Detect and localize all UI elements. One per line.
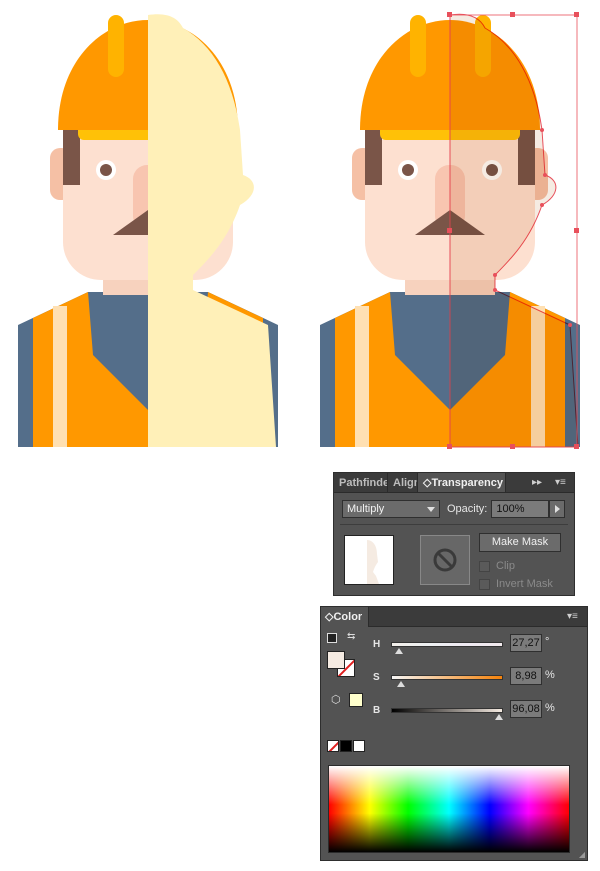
blend-row: Multiply Opacity: 100%: [342, 500, 568, 518]
blend-mode-value: Multiply: [347, 503, 385, 515]
panel-tabbar: Pathfinder Align ◇Transparency ▸▸ ▾≡: [334, 473, 574, 493]
brightness-slider-thumb[interactable]: [494, 714, 503, 720]
resize-grip-icon[interactable]: ◢: [579, 850, 585, 859]
helmet-stripe-left: [108, 15, 124, 77]
vest-stripe-left: [355, 306, 369, 447]
out-of-gamut-swatch[interactable]: [349, 693, 363, 707]
chevron-down-icon: [427, 506, 435, 512]
artwork-thumbnail-shape: [367, 540, 379, 584]
worker-illustration-original: [18, 14, 278, 448]
saturation-slider-track[interactable]: [391, 675, 503, 680]
invert-mask-checkbox-box: [479, 578, 490, 590]
swap-colors-icon[interactable]: ⇆: [347, 631, 355, 642]
panel-menu-icon[interactable]: ▾≡: [567, 607, 578, 627]
hue-slider-track[interactable]: [391, 642, 503, 647]
tab-color-label: Color: [333, 611, 363, 623]
opacity-field[interactable]: 100%: [491, 500, 550, 518]
pupil-left: [100, 164, 112, 176]
divider: [340, 524, 568, 525]
blend-mode-dropdown[interactable]: Multiply: [342, 500, 440, 518]
worker-illustration-multiply: [320, 12, 580, 449]
multiply-half-shape: [449, 13, 579, 448]
transparency-panel: Pathfinder Align ◇Transparency ▸▸ ▾≡ Mul…: [333, 472, 575, 596]
mask-thumbnail[interactable]: [420, 535, 470, 585]
helmet-stripe-left: [410, 15, 426, 77]
tab-transparency[interactable]: ◇Transparency: [418, 473, 506, 492]
black-swatch[interactable]: [340, 740, 352, 752]
invert-mask-checkbox[interactable]: Invert Mask: [479, 577, 571, 591]
color-panel: ◇Color ▾≡ ⇆ ⬡ H 27,27 ° S 8,98 % B 96,08…: [320, 606, 588, 861]
color-spectrum[interactable]: [328, 765, 570, 853]
tab-transparency-label: Transparency: [431, 477, 504, 489]
opacity-label: Opacity:: [447, 503, 488, 515]
chevron-right-icon: [554, 505, 560, 513]
make-mask-button[interactable]: Make Mask: [479, 533, 561, 552]
hue-label: H: [373, 639, 381, 650]
hue-value-field[interactable]: 27,27: [510, 634, 542, 652]
saturation-value-field[interactable]: 8,98: [510, 667, 542, 685]
artwork-thumbnail[interactable]: [344, 535, 394, 585]
vest-stripe-left: [53, 306, 67, 447]
hue-slider-thumb[interactable]: [395, 648, 404, 654]
brightness-unit: %: [545, 702, 555, 714]
brightness-label: B: [373, 705, 381, 716]
hue-unit: °: [545, 636, 550, 648]
panel-tabbar: ◇Color ▾≡: [321, 607, 587, 627]
brightness-value-field[interactable]: 96,08: [510, 700, 542, 718]
out-of-gamut-icon[interactable]: ⬡: [331, 693, 341, 706]
white-swatch[interactable]: [353, 740, 365, 752]
clip-checkbox[interactable]: Clip: [479, 559, 571, 573]
opacity-slider-button[interactable]: [549, 500, 566, 518]
no-mask-icon: [433, 548, 457, 572]
cream-half-shape: [148, 14, 276, 448]
panel-menu-icon[interactable]: ▾≡: [555, 473, 566, 493]
default-colors-icon[interactable]: [327, 633, 337, 643]
collapse-arrows-icon[interactable]: ▸▸: [532, 473, 542, 493]
clip-checkbox-box: [479, 560, 490, 572]
invert-mask-label: Invert Mask: [496, 578, 553, 590]
tab-pathfinder[interactable]: Pathfinder: [334, 473, 388, 492]
clip-label: Clip: [496, 560, 515, 572]
pupil-left: [402, 164, 414, 176]
tab-color[interactable]: ◇Color: [321, 607, 370, 627]
tab-align[interactable]: Align: [388, 473, 418, 492]
brightness-slider-track[interactable]: [391, 708, 503, 713]
fill-swatch[interactable]: [327, 651, 345, 669]
saturation-slider-thumb[interactable]: [397, 681, 406, 687]
saturation-unit: %: [545, 669, 555, 681]
saturation-label: S: [373, 672, 380, 683]
none-swatch[interactable]: [327, 740, 339, 752]
